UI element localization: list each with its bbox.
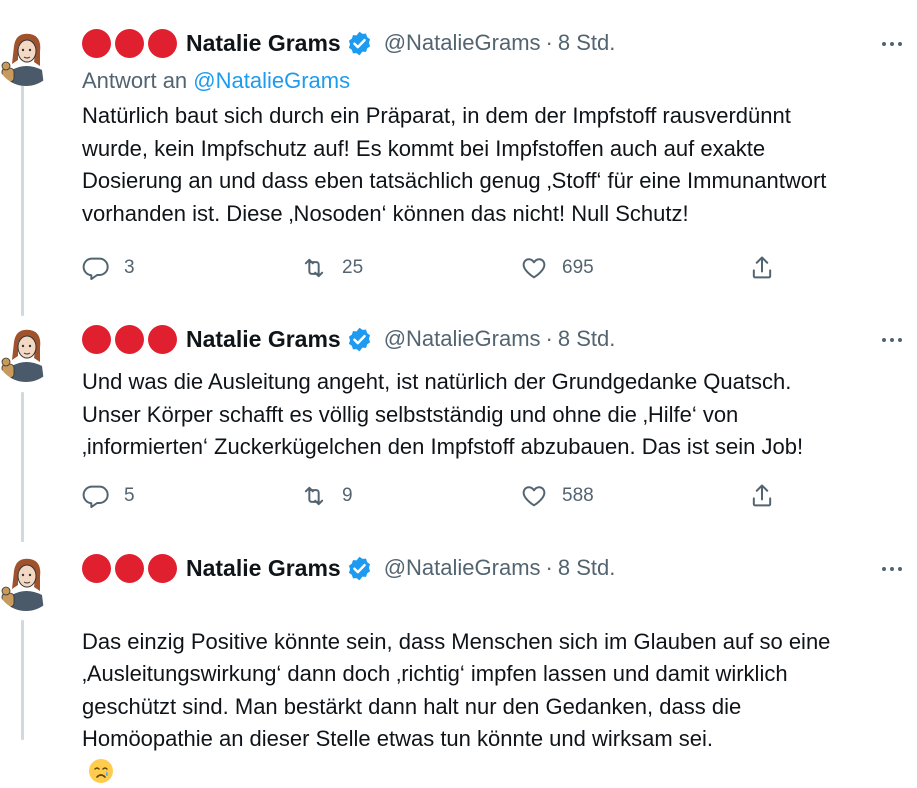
like-count: 695 [562,257,594,278]
tweet[interactable]: Natalie Grams @NatalieGrams · 8 Std. Und… [0,322,917,532]
separator: · [545,555,553,580]
red-circle-icon [115,28,144,58]
crying-face-icon [89,758,113,783]
author-handle[interactable]: @NatalieGrams [384,30,541,56]
like-count: 588 [562,485,594,506]
author-handle[interactable]: @NatalieGrams [384,555,541,581]
red-circles-emoji [82,28,177,58]
more-icon[interactable] [877,34,907,54]
tweet-header: Natalie Grams @NatalieGrams · 8 Std. [82,26,615,60]
avatar[interactable] [0,322,56,382]
tweet[interactable]: Natalie Grams @NatalieGrams · 8 Std. Ant… [0,26,917,306]
tweet[interactable]: Natalie Grams @NatalieGrams · 8 Std. Das… [0,551,917,783]
red-circle-icon [148,553,177,583]
like-button[interactable]: 588 [520,482,594,510]
verified-badge-icon [348,31,370,55]
tweet-text: Das einzig Positive könnte sein, dass Me… [82,593,914,788]
more-icon[interactable] [877,559,907,579]
separator: · [545,326,553,351]
reply-button[interactable]: 5 [82,482,135,510]
share-icon [752,256,772,279]
tweet-header: Natalie Grams @NatalieGrams · 8 Std. [82,551,615,585]
tweet-text: Natürlich baut sich durch ein Präparat, … [82,103,827,226]
reply-count: 3 [124,257,135,278]
avatar-illustration-icon [0,322,56,382]
verified-badge-icon [348,556,370,580]
red-circle-icon [82,324,111,354]
red-circles-emoji [82,324,177,354]
tweet-text: Und was die Ausleitung angeht, ist natür… [82,369,804,459]
reply-count: 5 [124,485,135,506]
reply-to-mention[interactable]: @NatalieGrams [193,68,350,93]
author-name[interactable]: Natalie Grams [186,326,341,353]
red-circle-icon [82,28,111,58]
share-icon [752,484,772,507]
like-icon [522,486,546,507]
retweet-count: 9 [342,485,353,506]
share-button[interactable] [748,482,776,510]
retweet-count: 25 [342,257,364,278]
timestamp[interactable]: 8 Std. [558,555,615,581]
tweet-header: Natalie Grams @NatalieGrams · 8 Std. [82,322,615,356]
timestamp[interactable]: 8 Std. [558,326,615,352]
tweet-actions: 3 25 695 [82,254,782,284]
like-button[interactable]: 695 [520,254,594,282]
retweet-button[interactable]: 25 [300,254,363,282]
author-handle[interactable]: @NatalieGrams [384,326,541,352]
retweet-button[interactable]: 9 [300,482,353,510]
avatar-illustration-icon [0,26,56,86]
reply-to-label: Antwort an [82,68,188,93]
red-circle-icon [148,28,177,58]
timestamp[interactable]: 8 Std. [558,30,615,56]
red-circle-icon [82,553,111,583]
reply-icon [82,485,109,509]
share-button[interactable] [748,254,776,282]
retweet-icon [304,258,324,278]
avatar[interactable] [0,26,56,86]
separator: · [545,30,553,55]
red-circle-icon [115,324,144,354]
avatar[interactable] [0,551,56,611]
retweet-icon [304,486,324,506]
reply-to: Antwort an @NatalieGrams [82,68,350,94]
author-name[interactable]: Natalie Grams [186,555,341,582]
more-icon[interactable] [877,330,907,350]
tweet-text-content: Das einzig Positive könnte sein, dass Me… [82,628,831,752]
author-name[interactable]: Natalie Grams [186,30,341,57]
red-circle-icon [115,553,144,583]
reply-icon [82,257,109,281]
avatar-illustration-icon [0,551,56,611]
red-circles-emoji [82,553,177,583]
tweet-actions: 5 9 588 [82,482,782,512]
verified-badge-icon [348,327,370,351]
reply-button[interactable]: 3 [82,254,135,282]
red-circle-icon [148,324,177,354]
like-icon [522,258,546,279]
